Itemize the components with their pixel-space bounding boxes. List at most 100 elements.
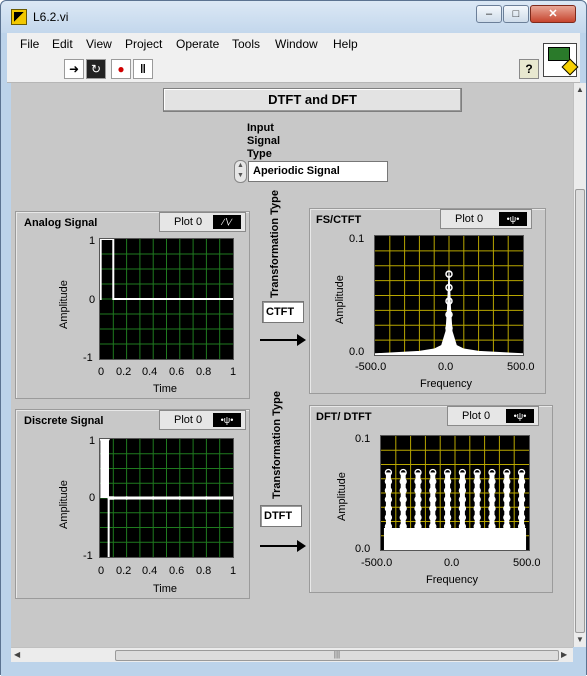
point-style-icon: •ψ• [499, 212, 527, 226]
discrete-y-axis-label: Amplitude [58, 480, 70, 529]
menu-tools[interactable]: Tools [232, 37, 260, 51]
vertical-scroll-thumb[interactable] [575, 189, 585, 633]
x-tick: 0.8 [196, 565, 212, 577]
analog-plot-svg [99, 238, 233, 359]
fs-ctft-plot-legend[interactable]: Plot 0 •ψ• [440, 209, 532, 229]
line-style-icon: ∕∖∕ [213, 215, 241, 229]
run-arrow-icon[interactable]: ➜ [64, 59, 84, 79]
window-title: L6.2.vi [33, 10, 69, 24]
dft-baseline [383, 528, 527, 550]
vi-app-icon [11, 9, 27, 25]
x-tick: 0.6 [169, 366, 185, 378]
analog-signal-graph: Analog Signal Plot 0 ∕∖∕ 1 0 -1 Amplitud… [15, 211, 250, 399]
minimize-button[interactable]: – [476, 5, 502, 23]
menu-window[interactable]: Window [275, 37, 318, 51]
point-style-icon: •ψ• [213, 413, 241, 427]
dft-x-axis-label: Frequency [426, 574, 478, 586]
run-continuously-icon[interactable]: ↻ [86, 59, 106, 79]
x-tick: 0.0 [444, 557, 460, 569]
ring-increment-decrement[interactable]: ▲ ▼ [234, 160, 247, 183]
y-tick: 0.1 [349, 233, 365, 245]
maximize-button[interactable]: □ [503, 5, 529, 23]
transformation-type-label-bottom: Transformation Type [271, 391, 283, 499]
x-tick: 0.8 [196, 366, 212, 378]
toolbar: ➜ ↻ ● ‖ ? [7, 43, 580, 83]
discrete-plot-area[interactable] [99, 437, 235, 558]
analog-plot-legend[interactable]: Plot 0 ∕∖∕ [159, 212, 246, 232]
x-tick: 0.4 [142, 366, 158, 378]
close-button[interactable]: ✕ [530, 5, 576, 23]
point-style-icon: •ψ• [506, 409, 534, 423]
dft-plot-area[interactable] [380, 435, 530, 551]
x-tick: 0.6 [169, 565, 185, 577]
transformation-type-label-top: Transformation Type [269, 190, 281, 298]
x-tick: 0.4 [142, 565, 158, 577]
dft-y-axis-label: Amplitude [336, 472, 348, 521]
transformation-type-dtft[interactable]: DTFT [260, 505, 302, 527]
x-tick: 500.0 [513, 557, 541, 569]
y-tick: 0 [89, 492, 96, 504]
horizontal-scrollbar[interactable]: ◀ ||| ▶ [11, 647, 573, 662]
dft-graph-title: DFT/ DTFT [316, 411, 372, 423]
input-signal-type-label: Input Signal Type [247, 122, 281, 160]
fs-ctft-plot-area[interactable] [374, 235, 524, 373]
context-help-button[interactable]: ? [519, 59, 539, 79]
y-tick: -1 [83, 352, 93, 364]
fs-ctft-plot-svg [374, 236, 524, 373]
horizontal-scroll-thumb[interactable]: ||| [115, 650, 559, 661]
y-tick: 0.0 [349, 346, 365, 358]
discrete-signal-graph: Discrete Signal Plot 0 •ψ• 1 0 -1 Amplit… [15, 409, 250, 599]
menu-edit[interactable]: Edit [52, 37, 73, 51]
discrete-graph-title: Discrete Signal [24, 415, 104, 427]
x-tick: 0 [98, 366, 105, 378]
x-tick: 1 [230, 565, 237, 577]
vi-connector-icon [543, 43, 579, 77]
transformation-type-ctft[interactable]: CTFT [262, 301, 304, 323]
menu-operate[interactable]: Operate [176, 37, 219, 51]
status-bar [1, 662, 586, 676]
y-tick: 0.1 [355, 433, 371, 445]
y-tick: 0.0 [355, 543, 371, 555]
arrow-to-ctft-icon [260, 334, 306, 346]
plot-legend-label: Plot 0 [174, 216, 203, 228]
y-tick: 1 [89, 235, 96, 247]
menu-help[interactable]: Help [333, 37, 358, 51]
discrete-plot-legend[interactable]: Plot 0 •ψ• [159, 410, 246, 430]
plot-legend-label: Plot 0 [455, 213, 484, 225]
abort-icon[interactable]: ● [111, 59, 131, 79]
analog-y-axis-label: Amplitude [58, 280, 70, 329]
x-tick: -500.0 [361, 557, 393, 569]
y-tick: 1 [89, 435, 96, 447]
x-tick: 0.2 [116, 565, 132, 577]
analog-plot-area[interactable] [99, 238, 234, 360]
discrete-x-axis-label: Time [153, 583, 178, 595]
fs-ctft-graph: FS/CTFT Plot 0 •ψ• 0.1 0.0 Amplitude -50… [309, 208, 546, 394]
vertical-scrollbar[interactable]: ▲ ▼ [573, 83, 586, 647]
dft-plot-svg [381, 436, 529, 550]
menu-project[interactable]: Project [125, 37, 162, 51]
x-tick: 1 [230, 366, 237, 378]
analog-graph-title: Analog Signal [24, 217, 98, 229]
x-tick: 0.2 [116, 366, 132, 378]
dft-dtft-graph: DFT/ DTFT Plot 0 •ψ• 0.1 0.0 Amplitude -… [309, 405, 553, 593]
fs-ctft-graph-title: FS/CTFT [316, 214, 362, 226]
dft-plot-legend[interactable]: Plot 0 •ψ• [447, 406, 539, 426]
menu-file[interactable]: File [20, 37, 39, 51]
analog-x-axis-label: Time [153, 383, 178, 395]
title-bar[interactable]: L6.2.vi – □ ✕ [1, 1, 586, 33]
menu-bar: File Edit View Project Operate Tools Win… [7, 33, 580, 55]
input-signal-type-selector[interactable]: Aperiodic Signal [248, 161, 388, 182]
plot-legend-label: Plot 0 [174, 414, 203, 426]
pause-icon[interactable]: ‖ [133, 59, 153, 79]
x-tick: 500.0 [507, 361, 535, 373]
y-tick: -1 [83, 550, 93, 562]
fs-ctft-y-axis-label: Amplitude [334, 275, 346, 324]
x-tick: 0.0 [438, 361, 454, 373]
fs-ctft-x-axis-label: Frequency [420, 378, 472, 390]
arrow-to-dtft-icon [260, 540, 306, 552]
panel-title: DTFT and DFT [163, 88, 462, 112]
plot-legend-label: Plot 0 [462, 410, 491, 422]
labview-window: L6.2.vi – □ ✕ File Edit View Project Ope… [0, 0, 587, 676]
y-tick: 0 [89, 294, 96, 306]
menu-view[interactable]: View [86, 37, 112, 51]
